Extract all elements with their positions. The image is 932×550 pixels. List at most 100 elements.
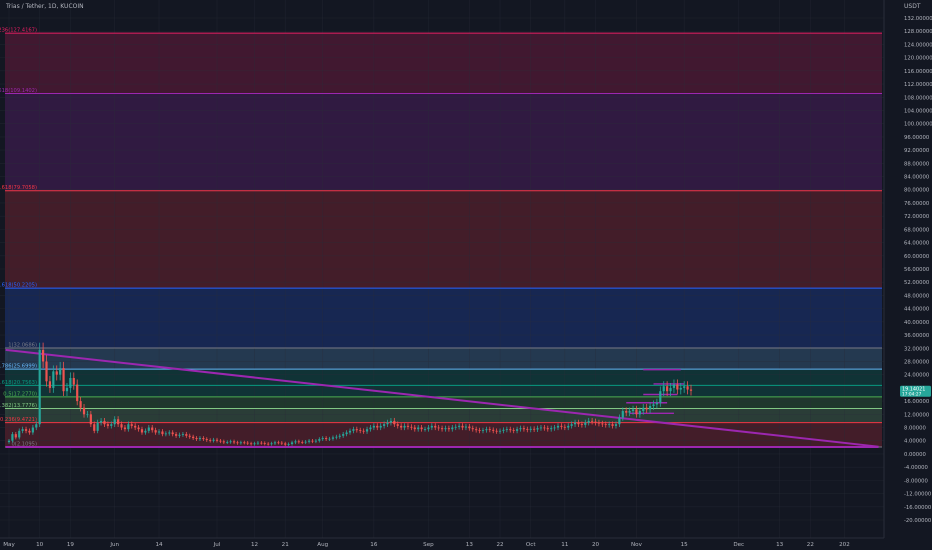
candle-body <box>144 430 147 433</box>
price-tick-label: 68.00000 <box>904 227 930 233</box>
candle-body <box>137 427 140 430</box>
candle-body <box>270 443 273 445</box>
price-tick-label: 48.00000 <box>904 293 930 299</box>
time-tick-label: 12 <box>251 542 258 548</box>
candle-body <box>365 429 369 432</box>
candle-body <box>250 443 253 445</box>
candle-body <box>481 430 485 431</box>
candle-body <box>280 442 283 444</box>
time-tick-label: Sep <box>423 542 434 548</box>
candle-body <box>76 384 79 402</box>
candle-body <box>430 425 433 428</box>
price-tick-label: 32.00000 <box>904 346 930 352</box>
fib-zone <box>5 33 882 94</box>
candle-body <box>45 361 48 382</box>
candle-body <box>635 409 638 415</box>
candle-body <box>642 407 645 412</box>
candle-body <box>608 424 611 426</box>
candle-body <box>560 425 563 427</box>
price-chart[interactable]: 0(2.1095)0.236(9.4721)0.382(13.7776)0.5(… <box>0 0 932 550</box>
candle-body <box>232 441 236 443</box>
candle-body <box>512 430 515 431</box>
candle-body <box>400 425 403 428</box>
candle-body <box>423 429 427 430</box>
candle-body <box>587 420 590 423</box>
price-tick-label: 128.00000 <box>904 29 932 35</box>
candle-body <box>539 427 543 429</box>
candle-body <box>120 424 123 428</box>
candle-body <box>515 429 519 431</box>
candle-body <box>273 442 277 444</box>
symbol-title[interactable]: Trias / Tether, 1D, KUCOIN <box>6 3 84 10</box>
candle-body <box>96 422 99 431</box>
candle-body <box>147 427 150 431</box>
candle-body <box>485 429 488 431</box>
candle-body <box>168 432 171 434</box>
candle-body <box>205 439 208 441</box>
candle-body <box>151 427 154 431</box>
candle-body <box>7 440 11 443</box>
price-tick-label: 56.00000 <box>904 267 930 273</box>
price-tick-label: 16.00000 <box>904 399 930 405</box>
fib-level-label: 0.5(17.2770) <box>3 391 37 397</box>
candle-body <box>55 371 58 375</box>
candle-body <box>420 427 423 430</box>
time-tick-label: 11 <box>561 542 569 548</box>
candle-body <box>35 424 38 428</box>
candle-body <box>198 438 202 440</box>
fib-zone <box>5 348 882 370</box>
candle-body <box>222 441 225 443</box>
last-price-tag: 19.1402117:04:27 <box>900 385 931 397</box>
candle-body <box>458 425 461 427</box>
candle-body <box>638 411 641 415</box>
candle-body <box>689 389 693 391</box>
fib-level-label: 1(32.0686) <box>8 343 37 349</box>
price-tick-label: 40.00000 <box>904 320 930 326</box>
candle-body <box>188 435 191 437</box>
candle-body <box>570 424 573 426</box>
candle-body <box>669 387 672 392</box>
time-tick-label: 16 <box>370 542 378 548</box>
price-tick-label: 36.00000 <box>904 333 930 339</box>
candle-body <box>601 423 604 425</box>
candle-body <box>628 411 631 413</box>
candle-body <box>659 391 662 403</box>
price-tick-label: 88.00000 <box>904 161 930 167</box>
candle-body <box>185 434 188 436</box>
candle-body <box>79 401 82 408</box>
candle-body <box>519 428 522 430</box>
fib-level-label: 1.618(50.2205) <box>0 283 37 289</box>
candle-body <box>679 387 682 390</box>
price-tick-label: -8.00000 <box>904 478 928 484</box>
time-tick-label: May <box>3 542 15 548</box>
price-tick-label: 8.00000 <box>904 426 927 432</box>
time-tick-label: 19 <box>67 542 75 548</box>
candle-body <box>48 381 52 388</box>
candle-body <box>181 434 185 435</box>
candle-body <box>42 349 45 362</box>
candle-body <box>529 428 532 430</box>
candle-body <box>154 430 157 433</box>
candle-body <box>62 368 65 392</box>
candle-body <box>256 442 260 444</box>
candle-body <box>372 425 375 428</box>
candle-body <box>348 430 352 433</box>
candle-body <box>556 425 560 428</box>
candle-body <box>362 430 365 432</box>
candle-body <box>301 442 304 443</box>
candle-body <box>342 434 345 436</box>
candle-body <box>134 425 137 428</box>
candle-body <box>93 424 96 431</box>
candle-body <box>359 430 362 431</box>
candle-body <box>383 424 386 426</box>
candle-body <box>631 409 635 412</box>
candle-body <box>117 419 120 425</box>
time-tick-label: Jul <box>213 542 221 548</box>
price-tick-label: 12.00000 <box>904 412 930 418</box>
candle-body <box>468 426 471 429</box>
candle-body <box>444 428 447 430</box>
candle-body <box>195 438 198 440</box>
candle-body <box>202 438 205 440</box>
candle-body <box>307 440 311 442</box>
candle-body <box>509 429 512 431</box>
